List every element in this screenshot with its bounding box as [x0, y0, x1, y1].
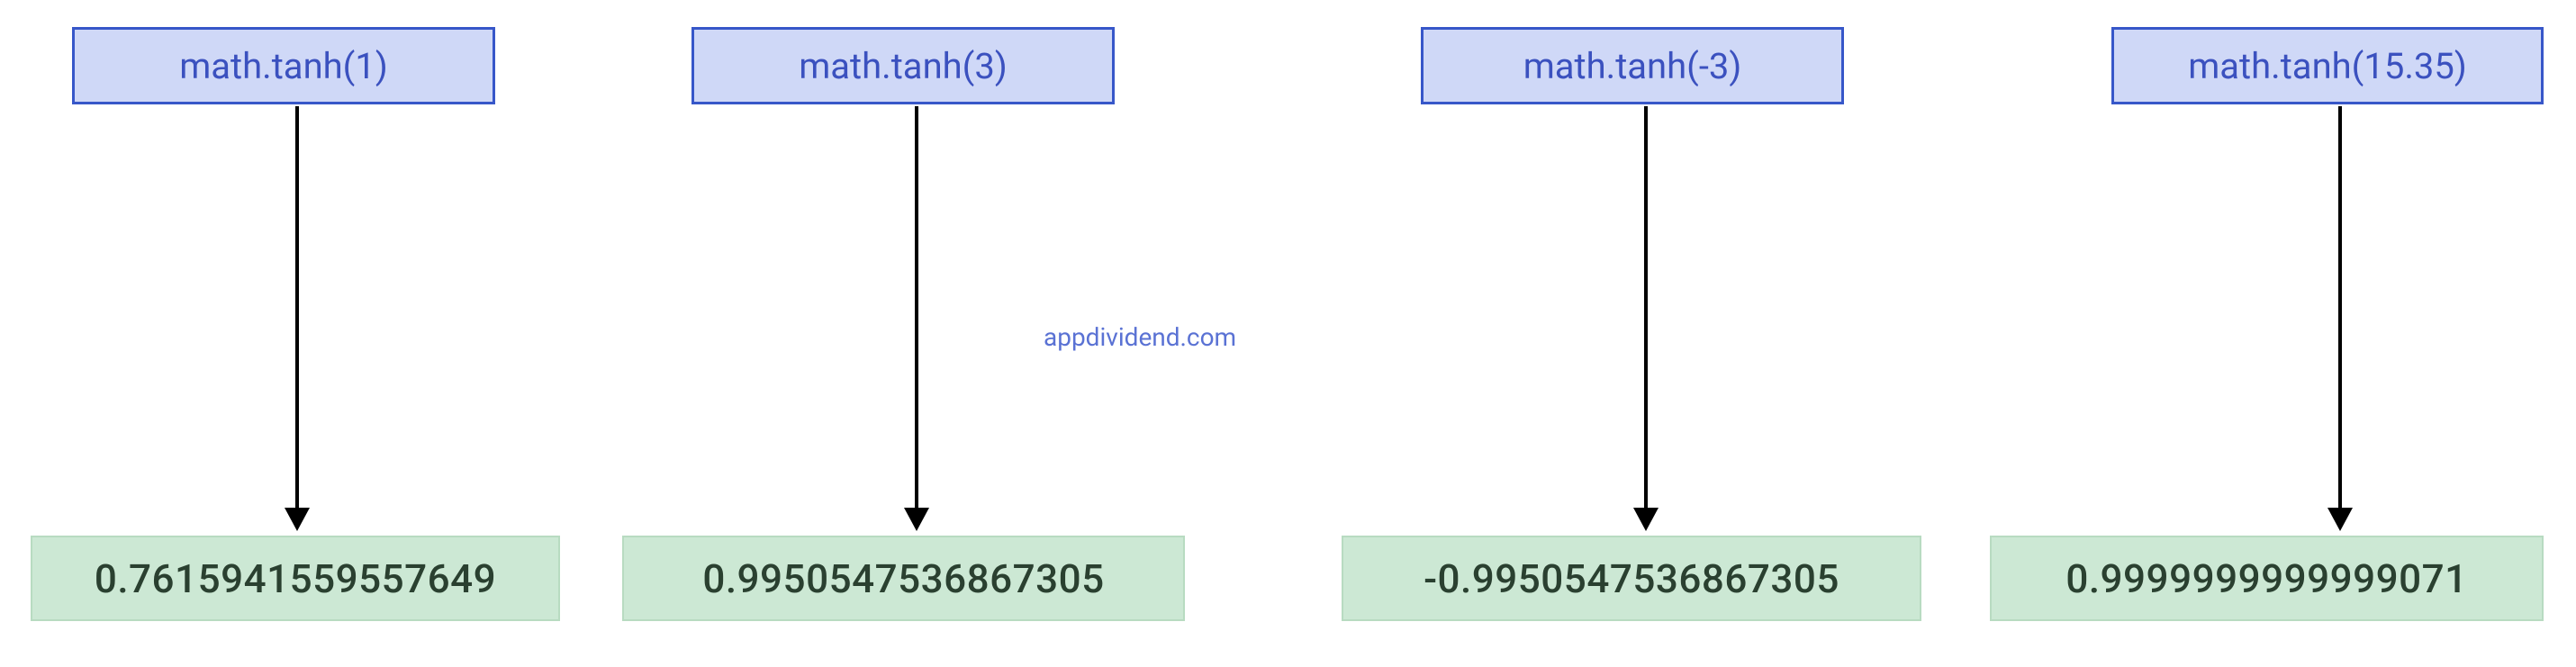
- tanh-input-text: math.tanh(15.35): [2188, 45, 2467, 87]
- arrow-icon: [284, 106, 311, 529]
- tanh-output-text: 0.9950547536867305: [702, 555, 1104, 602]
- tanh-input-text: math.tanh(-3): [1523, 45, 1742, 87]
- tanh-input-box: math.tanh(15.35): [2111, 27, 2544, 104]
- diagram-container: math.tanh(1) 0.7615941559557649 math.tan…: [0, 0, 2576, 667]
- tanh-input-box: math.tanh(1): [72, 27, 495, 104]
- arrow-icon: [1632, 106, 1659, 529]
- tanh-output-box: 0.9999999999999071: [1990, 536, 2544, 621]
- tanh-input-text: math.tanh(3): [799, 45, 1008, 87]
- tanh-input-text: math.tanh(1): [179, 45, 388, 87]
- tanh-output-box: 0.9950547536867305: [622, 536, 1185, 621]
- tanh-output-text: 0.7615941559557649: [95, 555, 496, 602]
- tanh-input-box: math.tanh(-3): [1421, 27, 1844, 104]
- watermark-text: appdividend.com: [1044, 322, 1236, 352]
- tanh-output-box: -0.9950547536867305: [1342, 536, 1921, 621]
- tanh-output-box: 0.7615941559557649: [31, 536, 560, 621]
- tanh-output-text: -0.9950547536867305: [1424, 555, 1839, 602]
- tanh-input-box: math.tanh(3): [691, 27, 1115, 104]
- arrow-icon: [903, 106, 930, 529]
- arrow-icon: [2327, 106, 2354, 529]
- tanh-output-text: 0.9999999999999071: [2065, 555, 2467, 602]
